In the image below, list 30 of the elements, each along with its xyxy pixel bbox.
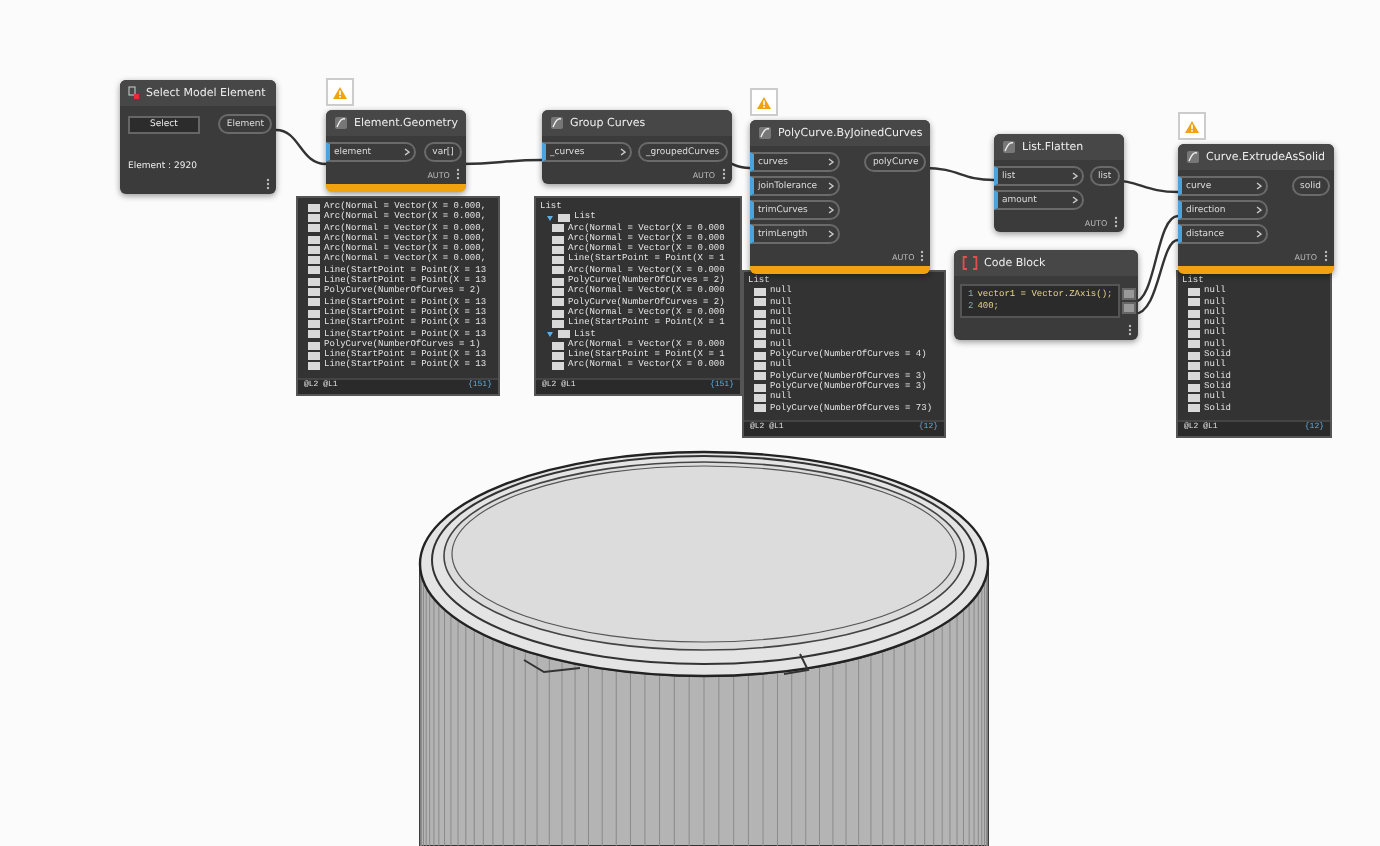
connector-wire <box>1133 238 1179 316</box>
node-icon <box>758 126 772 140</box>
menu-icon[interactable] <box>1113 216 1118 228</box>
menu-icon[interactable] <box>1323 250 1328 262</box>
chevron-icon <box>1072 196 1078 204</box>
node-icon <box>1186 150 1200 164</box>
chevron-icon <box>828 206 834 214</box>
menu-icon[interactable] <box>920 250 925 262</box>
chevron-icon <box>404 148 410 156</box>
node-icon <box>550 116 564 130</box>
connector-wire <box>275 128 327 166</box>
chevron-icon <box>620 148 626 156</box>
menu-icon[interactable] <box>1128 324 1133 336</box>
chevron-icon <box>1256 230 1262 238</box>
menu-icon[interactable] <box>721 168 726 180</box>
chevron-icon <box>1072 172 1078 180</box>
brackets-icon <box>962 256 978 270</box>
node-icon <box>128 86 140 100</box>
node-icon <box>1002 140 1016 154</box>
caret-icon[interactable] <box>546 213 554 222</box>
chevron-icon <box>828 182 834 190</box>
connector-wire <box>462 158 542 166</box>
node-icon <box>334 116 348 130</box>
connector-wire <box>1133 214 1179 304</box>
chevron-icon <box>828 158 834 166</box>
caret-icon[interactable] <box>546 330 554 339</box>
chevron-icon <box>828 230 834 238</box>
chevron-icon <box>1256 206 1262 214</box>
menu-icon[interactable] <box>455 168 460 180</box>
chevron-icon <box>1256 182 1262 190</box>
